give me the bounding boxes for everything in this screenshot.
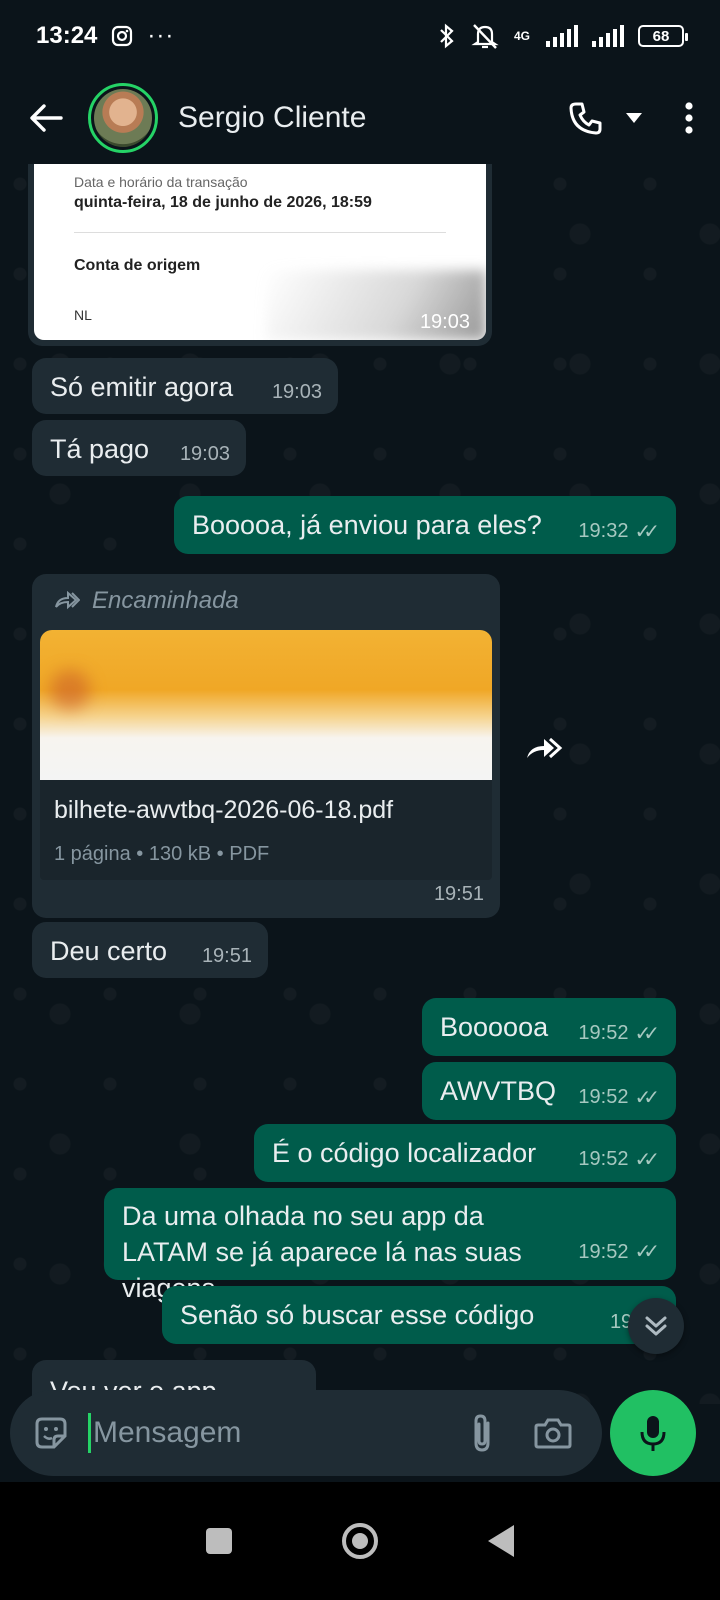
message-text: Senão só buscar esse código — [180, 1300, 535, 1330]
microphone-icon — [640, 1416, 666, 1451]
read-ticks-icon: ✓✓ — [634, 521, 659, 543]
message-time: 19:51 — [201, 945, 252, 967]
pdf-preview-image[interactable] — [40, 630, 492, 780]
forward-icon — [527, 737, 563, 759]
forward-button[interactable] — [518, 722, 570, 774]
voice-message-button[interactable] — [610, 1390, 696, 1476]
recent-apps-button[interactable] — [206, 1528, 232, 1554]
status-time: 13:24 — [36, 22, 98, 49]
message-time: 19:52 — [578, 1022, 629, 1044]
document-message[interactable]: Encaminhada bilhete-awvtbq-2026-06-18.pd… — [32, 574, 500, 918]
message-text: Tá pago — [50, 434, 150, 464]
home-button[interactable] — [342, 1523, 378, 1559]
message-time: 19:03 — [271, 381, 322, 403]
double-chevron-down-icon — [645, 1316, 667, 1336]
signal-icon-2 — [592, 25, 624, 47]
read-ticks-icon: ✓✓ — [634, 1023, 659, 1045]
receipt-date: quinta-feira, 18 de junho de 2026, 18:59 — [74, 194, 372, 211]
avatar-photo — [94, 89, 152, 147]
system-navigation-bar — [0, 1482, 720, 1600]
message-text: Boooooa — [440, 1012, 549, 1042]
avatar[interactable] — [88, 83, 158, 153]
back-button[interactable] — [26, 98, 66, 138]
attach-icon[interactable] — [470, 1413, 494, 1453]
back-nav-button[interactable] — [488, 1525, 514, 1557]
arrow-left-icon — [30, 104, 63, 132]
chat-area[interactable]: Data e horário da transação quinta-feira… — [0, 164, 720, 1404]
camera-icon[interactable] — [534, 1416, 572, 1450]
image-message[interactable]: Data e horário da transação quinta-feira… — [28, 164, 492, 346]
message-text: Deu certo — [50, 936, 168, 966]
document-info[interactable]: bilhete-awvtbq-2026-06-18.pdf 1 página •… — [40, 780, 492, 880]
bluetooth-icon — [440, 23, 454, 49]
message-time: 19:03 — [179, 443, 230, 465]
divider — [74, 232, 446, 233]
more-options-icon[interactable] — [684, 101, 694, 135]
message-outgoing[interactable]: Da uma olhada no seu app da LATAM se já … — [104, 1188, 676, 1303]
network-type: 4G — [513, 29, 530, 43]
message-incoming[interactable]: Só emitir agora 19:03 — [32, 358, 338, 414]
read-ticks-icon: ✓✓ — [634, 1241, 659, 1263]
phone-icon[interactable] — [568, 100, 604, 136]
message-outgoing[interactable]: É o código localizador 19:52 ✓✓ — [254, 1124, 676, 1182]
message-time: 19:03 — [419, 311, 470, 333]
message-text: É o código localizador — [272, 1138, 537, 1168]
scroll-to-bottom-button[interactable] — [628, 1298, 684, 1354]
contact-name[interactable]: Sergio Cliente — [178, 101, 366, 135]
mute-bell-icon — [471, 24, 499, 49]
message-time: 19:51 — [433, 883, 484, 905]
text-cursor — [88, 1413, 91, 1453]
signal-icon — [546, 25, 578, 47]
status-bar: 13:24 ··· 4G 68 — [0, 0, 720, 72]
message-time: 19:52 — [578, 1086, 629, 1108]
message-outgoing[interactable]: Booooa, já enviou para eles? 19:32 ✓✓ — [174, 496, 676, 554]
forwarded-indicator: Encaminhada — [40, 586, 492, 616]
message-time: 19:32 — [578, 520, 629, 542]
read-ticks-icon: ✓✓ — [634, 1149, 659, 1171]
call-options-chevron-icon[interactable] — [626, 113, 642, 123]
message-time: 19:52 — [578, 1148, 629, 1170]
message-time: 19:52 — [578, 1241, 629, 1263]
message-input[interactable]: Mensagem — [93, 1416, 470, 1450]
forwarded-label: Encaminhada — [92, 587, 239, 614]
forwarded-icon — [55, 591, 80, 610]
message-outgoing[interactable]: AWVTBQ 19:52 ✓✓ — [422, 1062, 676, 1120]
instagram-icon — [112, 25, 133, 47]
chat-header: Sergio Cliente — [0, 72, 720, 164]
more-notifications-icon: ··· — [147, 22, 175, 49]
message-incoming[interactable]: Tá pago 19:03 — [32, 420, 246, 476]
message-outgoing[interactable]: Senão só buscar esse código 19:52 — [162, 1286, 676, 1344]
battery-level: 68 — [652, 27, 670, 45]
receipt-date-label: Data e horário da transação — [74, 174, 248, 190]
receipt-image[interactable]: Data e horário da transação quinta-feira… — [34, 164, 486, 340]
message-incoming[interactable]: Deu certo 19:51 — [32, 922, 268, 978]
read-ticks-icon: ✓✓ — [634, 1087, 659, 1109]
document-details: 1 página • 130 kB • PDF — [54, 843, 270, 865]
message-input-bar: Mensagem — [10, 1390, 602, 1476]
sticker-icon[interactable] — [32, 1414, 70, 1452]
message-outgoing[interactable]: Boooooa 19:52 ✓✓ — [422, 998, 676, 1056]
message-text: AWVTBQ — [440, 1076, 557, 1106]
message-text: Booooa, já enviou para eles? — [192, 510, 542, 540]
message-text: Só emitir agora — [50, 372, 234, 402]
document-file-name: bilhete-awvtbq-2026-06-18.pdf — [54, 796, 394, 824]
battery-icon: 68 — [638, 25, 688, 47]
